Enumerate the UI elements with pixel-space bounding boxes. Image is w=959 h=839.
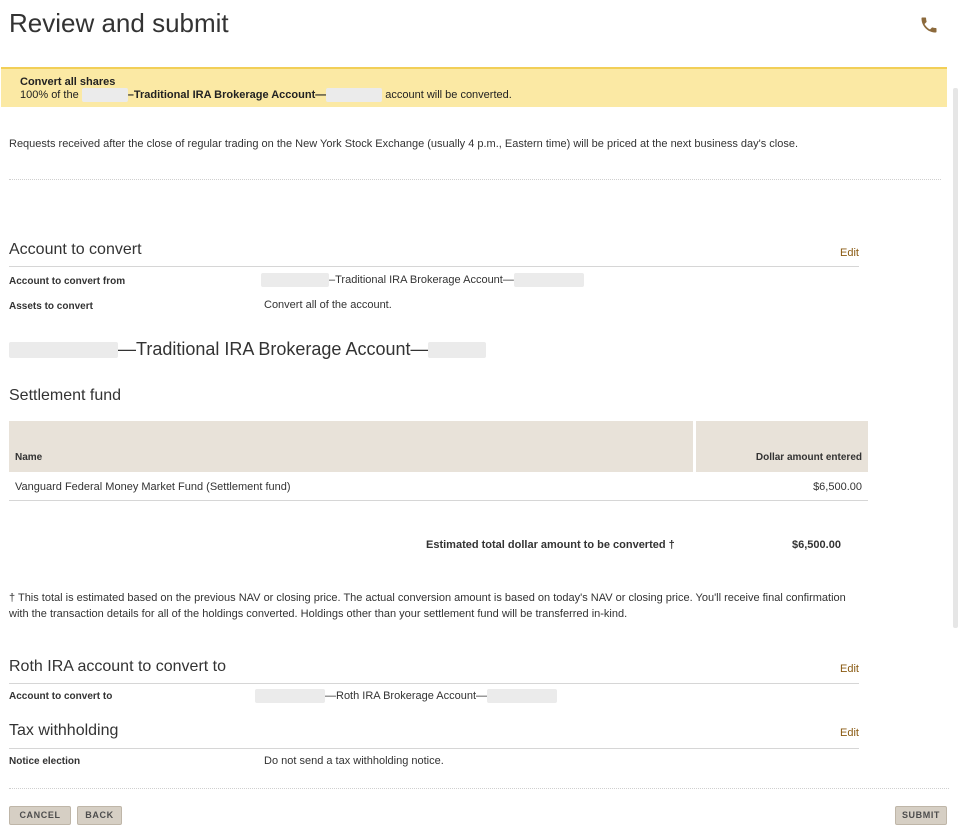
redacted-field bbox=[513, 273, 584, 287]
banner-account-name: –Traditional IRA Brokerage Account— bbox=[127, 88, 327, 101]
redacted-field bbox=[487, 689, 558, 703]
redacted-field bbox=[261, 273, 329, 287]
divider bbox=[9, 179, 941, 180]
account-from-label: Account to convert from bbox=[9, 276, 126, 287]
divider bbox=[9, 683, 859, 684]
cancel-button[interactable]: CANCEL bbox=[9, 806, 71, 825]
notice-election-label: Notice election bbox=[9, 756, 81, 767]
submit-button[interactable]: SUBMIT bbox=[895, 806, 947, 825]
redacted-field bbox=[428, 342, 487, 359]
account-to-value: —Roth IRA Brokerage Account— bbox=[255, 689, 558, 703]
column-header-amount: Dollar amount entered bbox=[696, 421, 868, 472]
banner-text: 100% of the –Traditional IRA Brokerage A… bbox=[20, 88, 947, 102]
table-header: Name Dollar amount entered bbox=[9, 421, 868, 472]
assets-to-convert-label: Assets to convert bbox=[9, 301, 93, 312]
redacted-field bbox=[9, 342, 118, 359]
section-heading-tax-withholding: Tax withholding bbox=[9, 722, 119, 739]
section-heading-account-to-convert: Account to convert bbox=[9, 241, 142, 258]
redacted-field bbox=[326, 88, 383, 102]
account-heading: —Traditional IRA Brokerage Account— bbox=[9, 339, 487, 360]
notice-election-value: Do not send a tax withholding notice. bbox=[264, 755, 444, 767]
convert-banner: Convert all shares 100% of the –Traditio… bbox=[1, 67, 947, 107]
estimated-total-value: $6,500.00 bbox=[792, 539, 841, 551]
fund-name-cell: Vanguard Federal Money Market Fund (Sett… bbox=[15, 481, 291, 493]
table-row: Vanguard Federal Money Market Fund (Sett… bbox=[9, 472, 868, 501]
account-from-value: –Traditional IRA Brokerage Account— bbox=[261, 273, 584, 287]
estimated-total-label: Estimated total dollar amount to be conv… bbox=[426, 539, 675, 551]
edit-tax-withholding-link[interactable]: Edit bbox=[840, 727, 859, 739]
banner-suffix: account will be converted. bbox=[385, 88, 512, 101]
phone-icon[interactable] bbox=[919, 15, 939, 35]
edit-account-to-convert-link[interactable]: Edit bbox=[840, 247, 859, 259]
account-to-label: Account to convert to bbox=[9, 691, 113, 702]
settlement-fund-table: Name Dollar amount entered Vanguard Fede… bbox=[9, 421, 868, 501]
back-button[interactable]: BACK bbox=[77, 806, 122, 825]
redacted-field bbox=[81, 88, 128, 102]
section-heading-roth-account: Roth IRA account to convert to bbox=[9, 658, 227, 675]
banner-title: Convert all shares bbox=[20, 76, 116, 88]
pricing-notice: Requests received after the close of reg… bbox=[9, 138, 799, 150]
scrollbar[interactable] bbox=[953, 88, 958, 628]
divider bbox=[9, 266, 859, 267]
redacted-field bbox=[255, 689, 325, 703]
banner-prefix: 100% of the bbox=[20, 88, 79, 101]
edit-roth-account-link[interactable]: Edit bbox=[840, 663, 859, 675]
page-title: Review and submit bbox=[9, 8, 229, 38]
section-heading-settlement-fund: Settlement fund bbox=[9, 387, 122, 404]
divider bbox=[9, 748, 859, 749]
divider bbox=[9, 788, 949, 789]
column-header-name: Name bbox=[9, 421, 693, 472]
footnote: † This total is estimated based on the p… bbox=[9, 592, 846, 620]
assets-to-convert-value: Convert all of the account. bbox=[264, 299, 392, 311]
fund-amount-cell: $6,500.00 bbox=[813, 481, 862, 493]
